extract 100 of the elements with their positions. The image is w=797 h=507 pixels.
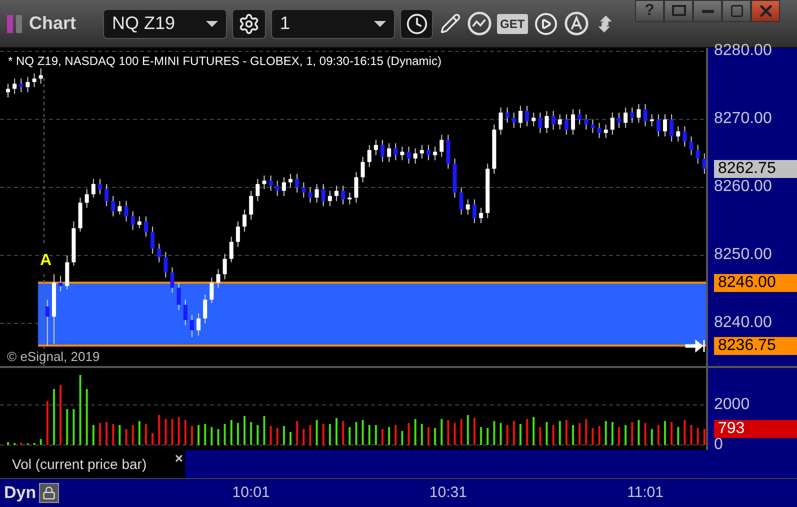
bar [578, 423, 581, 445]
bar [302, 429, 305, 445]
bar [592, 428, 594, 445]
candlestick [256, 178, 260, 202]
candlestick [394, 142, 398, 161]
bar [572, 425, 574, 445]
minimize-button[interactable] [693, 0, 722, 22]
price-axis-label: 8250.00 [714, 246, 772, 264]
price-tag: 8246.00 [714, 274, 797, 292]
candlestick [702, 152, 706, 174]
bar [86, 389, 88, 445]
candlestick [84, 188, 89, 208]
bar [98, 423, 101, 445]
maximize-icon [730, 4, 744, 18]
get-button[interactable]: GET [497, 14, 528, 34]
bar [106, 422, 108, 445]
candlestick [302, 182, 306, 198]
candlestick [440, 134, 444, 158]
candlestick [268, 175, 273, 192]
line-chart-circle-icon[interactable] [467, 11, 492, 36]
bar [664, 421, 666, 445]
clock-button[interactable] [400, 8, 434, 38]
candlestick [610, 112, 614, 136]
candlestick [229, 236, 234, 263]
bar [263, 416, 266, 445]
bar [224, 424, 226, 445]
bar [178, 417, 180, 445]
bar [539, 427, 542, 445]
candlestick [341, 185, 346, 205]
candlestick [308, 186, 312, 204]
close-study-button[interactable]: × [174, 450, 183, 466]
a-circle-icon[interactable] [564, 11, 589, 36]
candlestick [459, 186, 464, 216]
candlestick [571, 108, 576, 136]
candlestick [32, 73, 36, 88]
bar [171, 419, 174, 445]
candlestick [45, 299, 50, 346]
candlestick [374, 139, 378, 156]
candlestick [275, 180, 280, 196]
bar [322, 424, 324, 445]
candlestick [196, 312, 201, 336]
lock-button[interactable] [39, 483, 60, 503]
candlestick [157, 243, 162, 263]
candlestick [236, 220, 240, 248]
close-button[interactable] [751, 0, 780, 22]
bar [125, 429, 128, 445]
candlestick [58, 275, 63, 292]
candlestick [558, 114, 562, 130]
bar [466, 415, 469, 445]
candlestick [144, 216, 148, 238]
price-tag: 8236.75 [714, 336, 797, 355]
marker-label: A [40, 252, 52, 270]
bar [7, 442, 9, 445]
bar [270, 426, 272, 445]
candlestick [210, 277, 214, 304]
bar [532, 417, 535, 445]
bar [184, 420, 186, 445]
settings-button[interactable] [232, 8, 266, 38]
candlestick [137, 216, 142, 229]
candlestick [564, 114, 568, 136]
bar [486, 428, 489, 445]
volume-axis-label: 2000 [714, 396, 750, 414]
bar [362, 420, 364, 445]
bar [506, 425, 508, 445]
bar [631, 422, 634, 445]
candlestick [590, 118, 595, 134]
candlestick [676, 126, 680, 142]
candlestick [538, 112, 542, 134]
bar [454, 423, 456, 445]
bar [244, 416, 246, 445]
candlestick [176, 282, 181, 310]
interval-dropdown[interactable]: 1 [271, 8, 396, 38]
bar [256, 425, 259, 445]
candlestick [12, 78, 17, 94]
bar [618, 427, 620, 445]
candlestick [426, 144, 430, 161]
candlestick [334, 185, 338, 202]
time-axis-label: 10:31 [429, 484, 467, 501]
bar [198, 425, 200, 445]
minimize-icon [702, 10, 714, 12]
bar [230, 420, 232, 445]
candlestick [328, 190, 332, 207]
bar [512, 421, 515, 445]
restore-button[interactable] [664, 0, 693, 22]
bar [703, 429, 706, 445]
bar [500, 423, 502, 445]
scroll-to-end-icon[interactable] [685, 339, 705, 353]
bar [414, 419, 416, 445]
price-axis-label: 8240.00 [714, 314, 772, 332]
bar [381, 429, 384, 445]
bar [434, 428, 436, 445]
maximize-button[interactable] [722, 0, 751, 22]
candlestick [216, 268, 220, 288]
bar [696, 428, 699, 445]
bar [558, 421, 561, 445]
symbol-dropdown[interactable]: NQ Z19 [103, 8, 228, 38]
candlestick [479, 207, 484, 224]
bar [598, 426, 600, 445]
candlestick [578, 108, 582, 126]
candlestick [446, 134, 450, 170]
